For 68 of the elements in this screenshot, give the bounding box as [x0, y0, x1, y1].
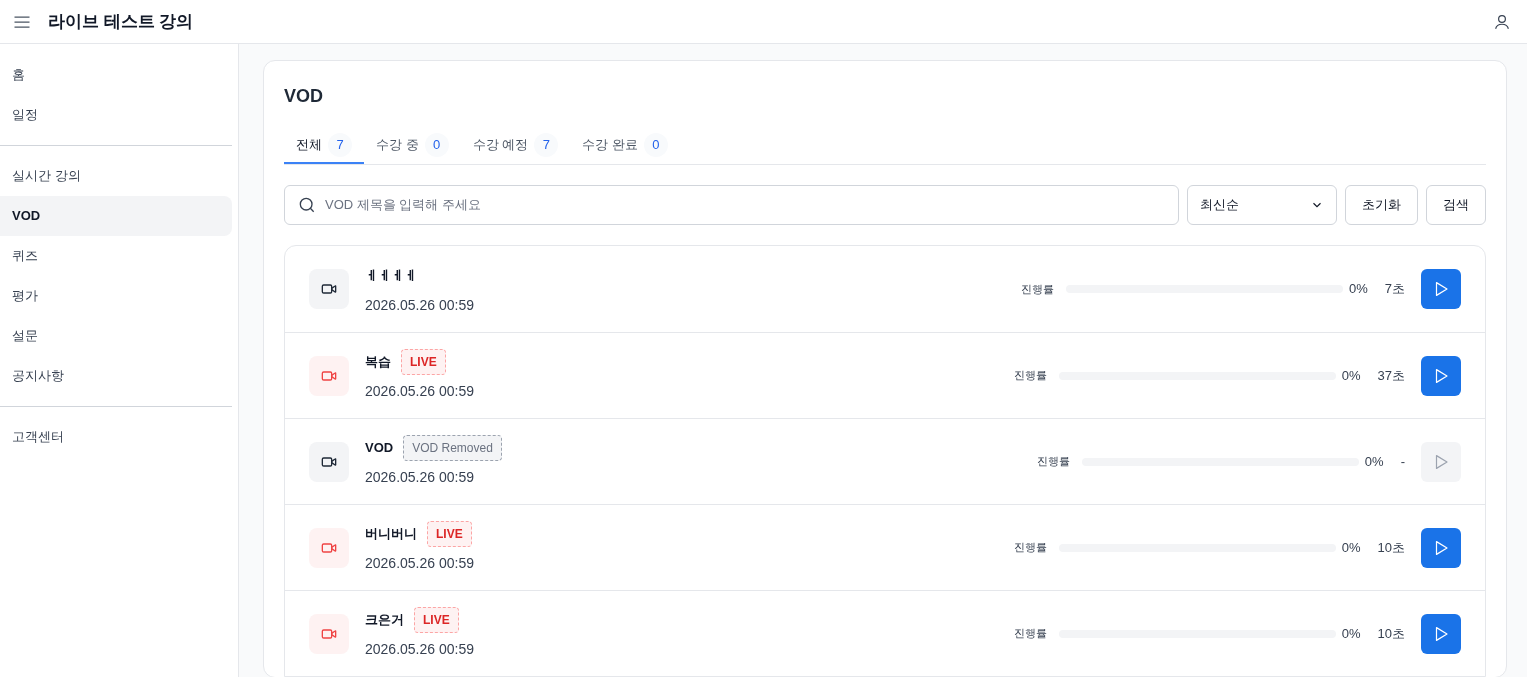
user-icon[interactable]	[1493, 12, 1511, 31]
vod-title: 버니버니	[365, 525, 417, 544]
play-button[interactable]	[1421, 613, 1461, 654]
filter-tab[interactable]: 수강 중 0	[364, 128, 461, 164]
status-badge: VOD Removed	[403, 435, 502, 461]
duration: 10초	[1377, 624, 1405, 643]
search-field[interactable]: VOD 제목을 입력해 주세요	[284, 185, 1179, 225]
vod-date: 2026.05.26 00:59	[365, 295, 474, 315]
duration: 37초	[1377, 366, 1405, 385]
vod-row[interactable]: 크은거 LIVE 2026.05.26 00:59 진행률 0% 10초	[285, 590, 1485, 676]
progress-label: 진행률	[1013, 540, 1047, 556]
tab-label: 수강 중	[376, 136, 419, 155]
play-button[interactable]	[1421, 269, 1461, 309]
sidebar-item[interactable]: 퀴즈	[0, 236, 232, 276]
sidebar-item[interactable]: 설문	[0, 316, 232, 356]
progress-percent: 0%	[1348, 280, 1368, 299]
play-button[interactable]	[1421, 355, 1461, 396]
progress-label: 진행률	[1036, 454, 1070, 470]
page-title: VOD	[284, 85, 324, 108]
filter-tab[interactable]: 전체 7	[284, 128, 364, 164]
tab-label: 수강 예정	[472, 136, 529, 155]
duration: 7초	[1384, 280, 1405, 299]
sidebar-item[interactable]: 공지사항	[0, 356, 232, 396]
count-badge: 7	[534, 133, 559, 157]
sidebar-item[interactable]: 실시간 강의	[0, 156, 232, 196]
progress-label: 진행률	[1013, 368, 1047, 384]
vod-row[interactable]: 복습 LIVE 2026.05.26 00:59 진행률 0% 37초	[285, 332, 1485, 418]
search-icon	[297, 195, 317, 215]
duration: 10초	[1377, 538, 1405, 557]
progress-percent: 0%	[1341, 624, 1361, 643]
status-badge: LIVE	[414, 607, 459, 633]
sidebar-item[interactable]: 고객센터	[0, 417, 232, 457]
progress-percent: 0%	[1364, 452, 1384, 471]
reset-button[interactable]: 초기화	[1345, 185, 1418, 225]
count-badge: 0	[643, 133, 668, 157]
video-camera-icon	[321, 281, 337, 297]
progress-percent: 0%	[1341, 366, 1361, 385]
app-title: 라이브 테스트 강의	[48, 10, 194, 33]
vod-date: 2026.05.26 00:59	[365, 554, 474, 573]
sort-dropdown[interactable]: 최신순	[1187, 185, 1337, 225]
vod-title: 복습	[365, 353, 391, 372]
status-badge: LIVE	[427, 521, 472, 547]
count-badge: 0	[424, 133, 449, 157]
filter-tab[interactable]: 수강 완료 0	[570, 128, 680, 164]
vod-date: 2026.05.26 00:59	[365, 468, 475, 487]
sidebar-item[interactable]: VOD	[0, 196, 232, 236]
vod-row[interactable]: ㅔㅔㅔㅔ 2026.05.26 00:59 진행률 0% 7초	[285, 246, 1485, 332]
sidebar-item[interactable]: 홈	[0, 55, 232, 95]
search-input[interactable]: VOD 제목을 입력해 주세요	[325, 195, 1166, 215]
vod-row[interactable]: 버니버니 LIVE 2026.05.26 00:59 진행률 0% 10초	[285, 504, 1485, 590]
tab-label: 수강 완료	[582, 136, 638, 155]
search-button[interactable]: 검색	[1426, 185, 1486, 225]
progress-label: 진행률	[1020, 281, 1054, 297]
filter-tab[interactable]: 수강 예정 7	[460, 128, 571, 164]
vod-title: ㅔㅔㅔㅔ	[365, 266, 417, 285]
duration: -	[1400, 452, 1405, 471]
vod-title: VOD	[365, 439, 394, 458]
tab-label: 전체	[296, 136, 322, 155]
sidebar-item[interactable]: 평가	[0, 276, 232, 316]
play-button[interactable]	[1421, 527, 1461, 568]
progress-percent: 0%	[1341, 538, 1361, 557]
count-badge: 7	[328, 133, 352, 157]
sidebar-item[interactable]: 일정	[0, 95, 232, 135]
vod-date: 2026.05.26 00:59	[365, 382, 474, 401]
vod-date: 2026.05.26 00:59	[365, 640, 474, 659]
vod-title: 크은거	[365, 611, 404, 630]
progress-label: 진행률	[1013, 626, 1047, 642]
status-badge: LIVE	[401, 349, 446, 375]
